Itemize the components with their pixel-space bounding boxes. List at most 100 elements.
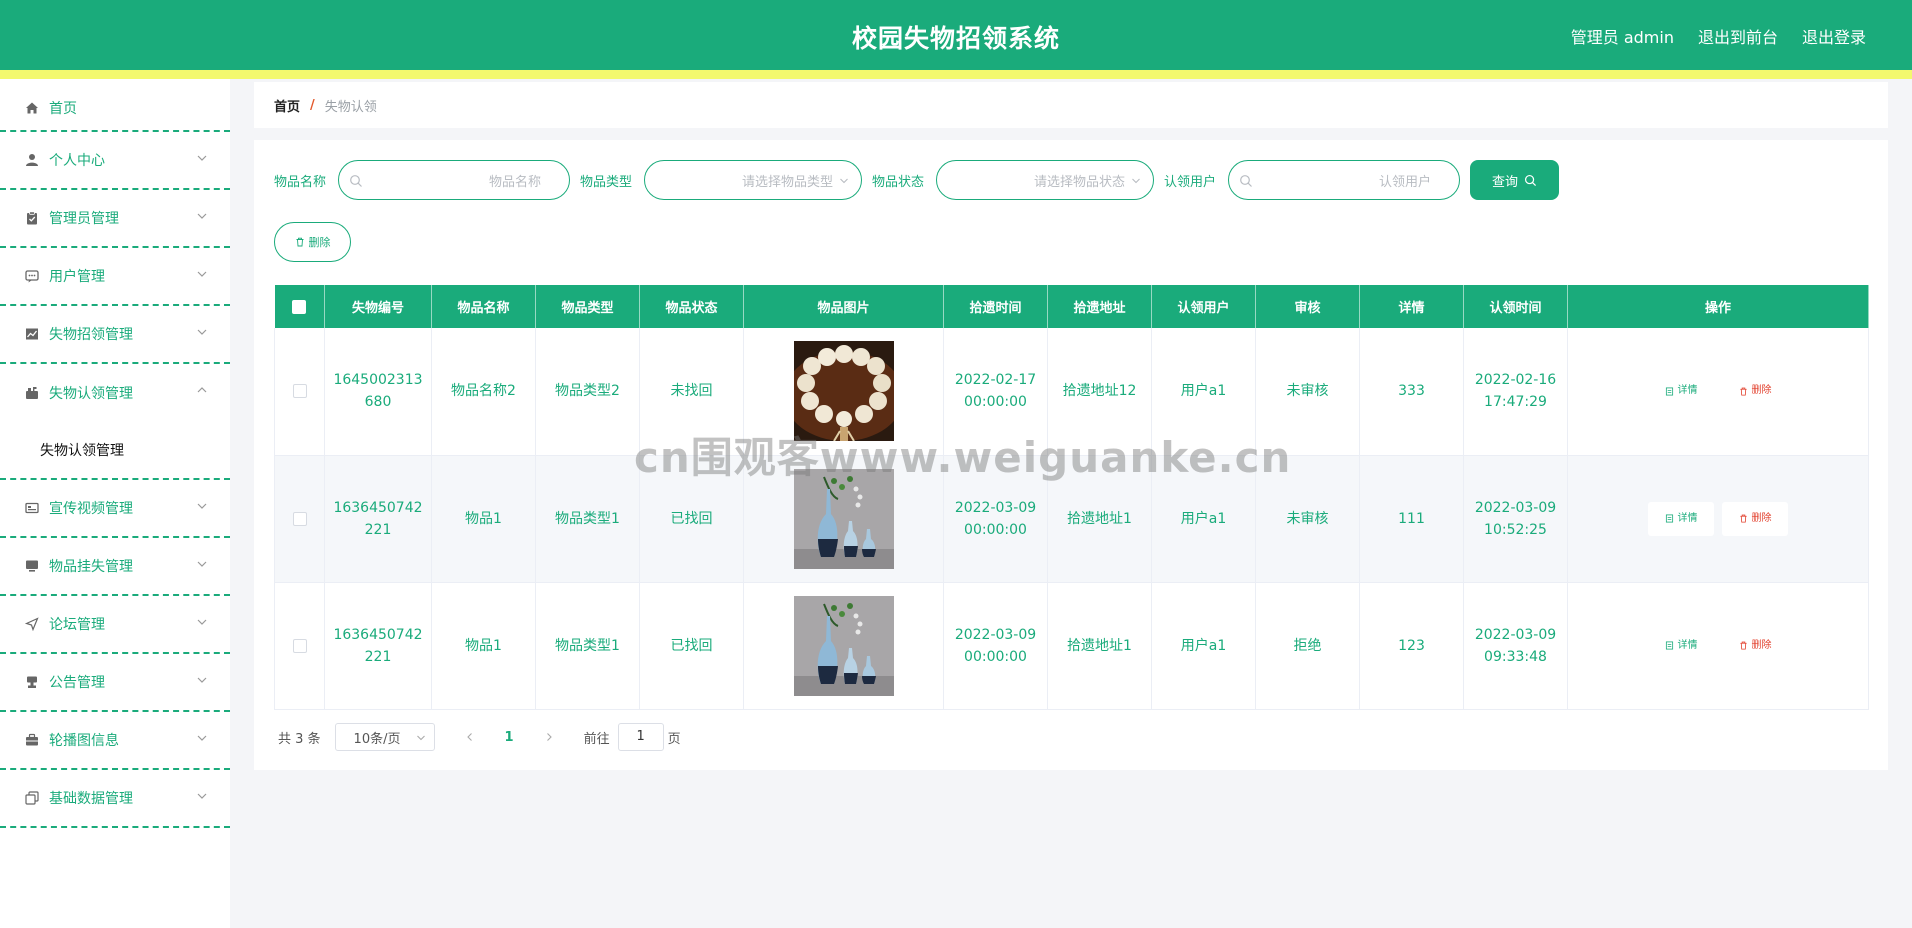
type-filter-select[interactable]: 请选择物品类型 [644, 160, 863, 200]
column-header: 详情 [1359, 285, 1464, 328]
monitor-icon [24, 558, 40, 574]
header-stripe [0, 70, 1912, 79]
cell-pickup-time: 2022-03-09 00:00:00 [943, 582, 1048, 710]
name-filter-placeholder: 物品名称 [489, 174, 542, 190]
admin-user-label[interactable]: 管理员 admin [1571, 24, 1674, 48]
row-detail-button[interactable]: 详情 [1648, 374, 1714, 408]
sidebar-item-carousel[interactable]: 轮播图信息 [0, 712, 230, 770]
sidebar-item-label: 用户管理 [49, 269, 105, 285]
stamp-icon [24, 674, 40, 690]
trash-icon [1739, 514, 1747, 523]
chevron-down-icon [416, 735, 425, 741]
column-header: 操作 [1567, 285, 1869, 328]
breadcrumb-home[interactable]: 首页 [274, 96, 300, 115]
cell-actions: 详情 删除 [1567, 328, 1869, 456]
page-size-select[interactable]: 10条/页 [334, 723, 435, 751]
sidebar-item-admin[interactable]: 管理员管理 [0, 190, 230, 248]
name-filter-label: 物品名称 [274, 174, 327, 190]
pagination-total: 共 3 条 [278, 731, 321, 747]
cell-image [743, 582, 944, 710]
sidebar-item-found[interactable]: 失物招领管理 [0, 306, 230, 364]
sidebar-item-users[interactable]: 用户管理 [0, 248, 230, 306]
column-header: 物品名称 [431, 285, 536, 328]
chevron-down-icon [197, 329, 207, 335]
row-checkbox[interactable] [292, 638, 307, 653]
page-number-current[interactable]: 1 [505, 730, 514, 745]
item-thumbnail-vases[interactable] [793, 595, 894, 696]
cell-type: 物品类型1 [535, 582, 640, 710]
sidebar-item-forum[interactable]: 论坛管理 [0, 596, 230, 654]
sidebar-item-label: 失物招领管理 [49, 327, 133, 343]
search-icon [1240, 175, 1252, 187]
chevron-down-icon [197, 503, 207, 509]
cell-review: 拒绝 [1255, 582, 1360, 710]
table-header-row: 失物编号 物品名称 物品类型 物品状态 物品图片 拾遗时间 拾遗地址 认领用户 … [274, 285, 1869, 328]
trash-icon [1739, 641, 1747, 650]
chat-icon [24, 268, 40, 284]
status-filter-select[interactable]: 请选择物品状态 [936, 160, 1155, 200]
column-header: 审核 [1255, 285, 1360, 328]
sidebar-item-label: 首页 [49, 100, 77, 117]
watermark-text: cn围观客www.weiguanke.cn [634, 433, 1292, 482]
sidebar-item-home[interactable]: 首页 [0, 85, 230, 132]
column-header: 物品状态 [639, 285, 744, 328]
document-icon [1665, 641, 1673, 650]
next-page-button[interactable] [540, 728, 558, 746]
row-delete-button[interactable]: 删除 [1722, 501, 1788, 536]
row-detail-button[interactable]: 详情 [1648, 501, 1714, 536]
to-front-link[interactable]: 退出到前台 [1698, 24, 1778, 48]
prev-page-button[interactable] [461, 728, 479, 746]
sidebar-item-personal[interactable]: 个人中心 [0, 132, 230, 190]
card-icon [24, 500, 40, 516]
logout-link[interactable]: 退出登录 [1802, 24, 1866, 48]
query-button[interactable]: 查询 [1470, 160, 1560, 200]
cell-claim-user: 用户a1 [1151, 582, 1256, 710]
sidebar-item-label: 轮播图信息 [49, 733, 119, 749]
row-checkbox[interactable] [292, 511, 307, 526]
chevron-down-icon [1132, 178, 1140, 184]
chevron-down-icon [197, 561, 207, 567]
chevron-down-icon [197, 735, 207, 741]
briefcase-icon [24, 732, 40, 748]
header-links: 管理员 admin 退出到前台 退出登录 [1571, 24, 1866, 48]
document-icon [1665, 387, 1673, 396]
user-filter-input[interactable]: 认领用户 [1228, 160, 1461, 200]
sidebar-item-lost-report[interactable]: 物品挂失管理 [0, 538, 230, 596]
row-select-cell[interactable] [274, 455, 325, 583]
batch-delete-button[interactable]: 删除 [274, 222, 351, 262]
select-all-checkbox[interactable] [292, 299, 307, 314]
column-header: 拾遗地址 [1047, 285, 1152, 328]
column-header: 拾遗时间 [943, 285, 1048, 328]
sidebar-item-claim[interactable]: 失物认领管理 [0, 364, 230, 422]
column-header: 认领时间 [1463, 285, 1568, 328]
chart-icon [24, 326, 40, 342]
row-select-cell[interactable] [274, 328, 325, 456]
page-jump-input[interactable]: 1 [617, 723, 664, 751]
cell-detail: 111 [1359, 455, 1464, 583]
cell-id: 1636450742 221 [324, 455, 432, 583]
sidebar-item-basedata[interactable]: 基础数据管理 [0, 770, 230, 828]
sidebar-item-video[interactable]: 宣传视频管理 [0, 480, 230, 538]
user-filter-label: 认领用户 [1164, 174, 1217, 190]
name-filter-input[interactable]: 物品名称 [338, 160, 571, 200]
sidebar-subitem-claim-manage[interactable]: 失物认领管理 [0, 422, 230, 480]
column-header: 物品图片 [743, 285, 944, 328]
row-delete-button[interactable]: 删除 [1722, 629, 1788, 663]
sidebar: 首页 个人中心 管理员管理 用户管理 失物招领管理 失物认领管理 失物认领管理 … [0, 79, 230, 928]
cell-claim-time: 2022-03-09 09:33:48 [1463, 582, 1568, 710]
row-checkbox[interactable] [292, 384, 307, 399]
sidebar-item-notice[interactable]: 公告管理 [0, 654, 230, 712]
page-unit-label: 页 [667, 731, 681, 747]
select-all-cell[interactable] [274, 285, 325, 328]
cell-pickup-address: 拾遗地址1 [1047, 582, 1152, 710]
cell-id: 1636450742 221 [324, 582, 432, 710]
pagination: 共 3 条 10条/页 1 前往 1 页 [278, 723, 681, 751]
trash-icon [296, 237, 303, 247]
cell-detail: 123 [1359, 582, 1464, 710]
row-delete-button[interactable]: 删除 [1722, 374, 1788, 408]
row-detail-button[interactable]: 详情 [1648, 629, 1714, 663]
row-select-cell[interactable] [274, 582, 325, 710]
sidebar-item-label: 失物认领管理 [49, 386, 133, 402]
cell-id: 1645002313 680 [324, 328, 432, 456]
sidebar-subitem-label: 失物认领管理 [40, 443, 124, 459]
